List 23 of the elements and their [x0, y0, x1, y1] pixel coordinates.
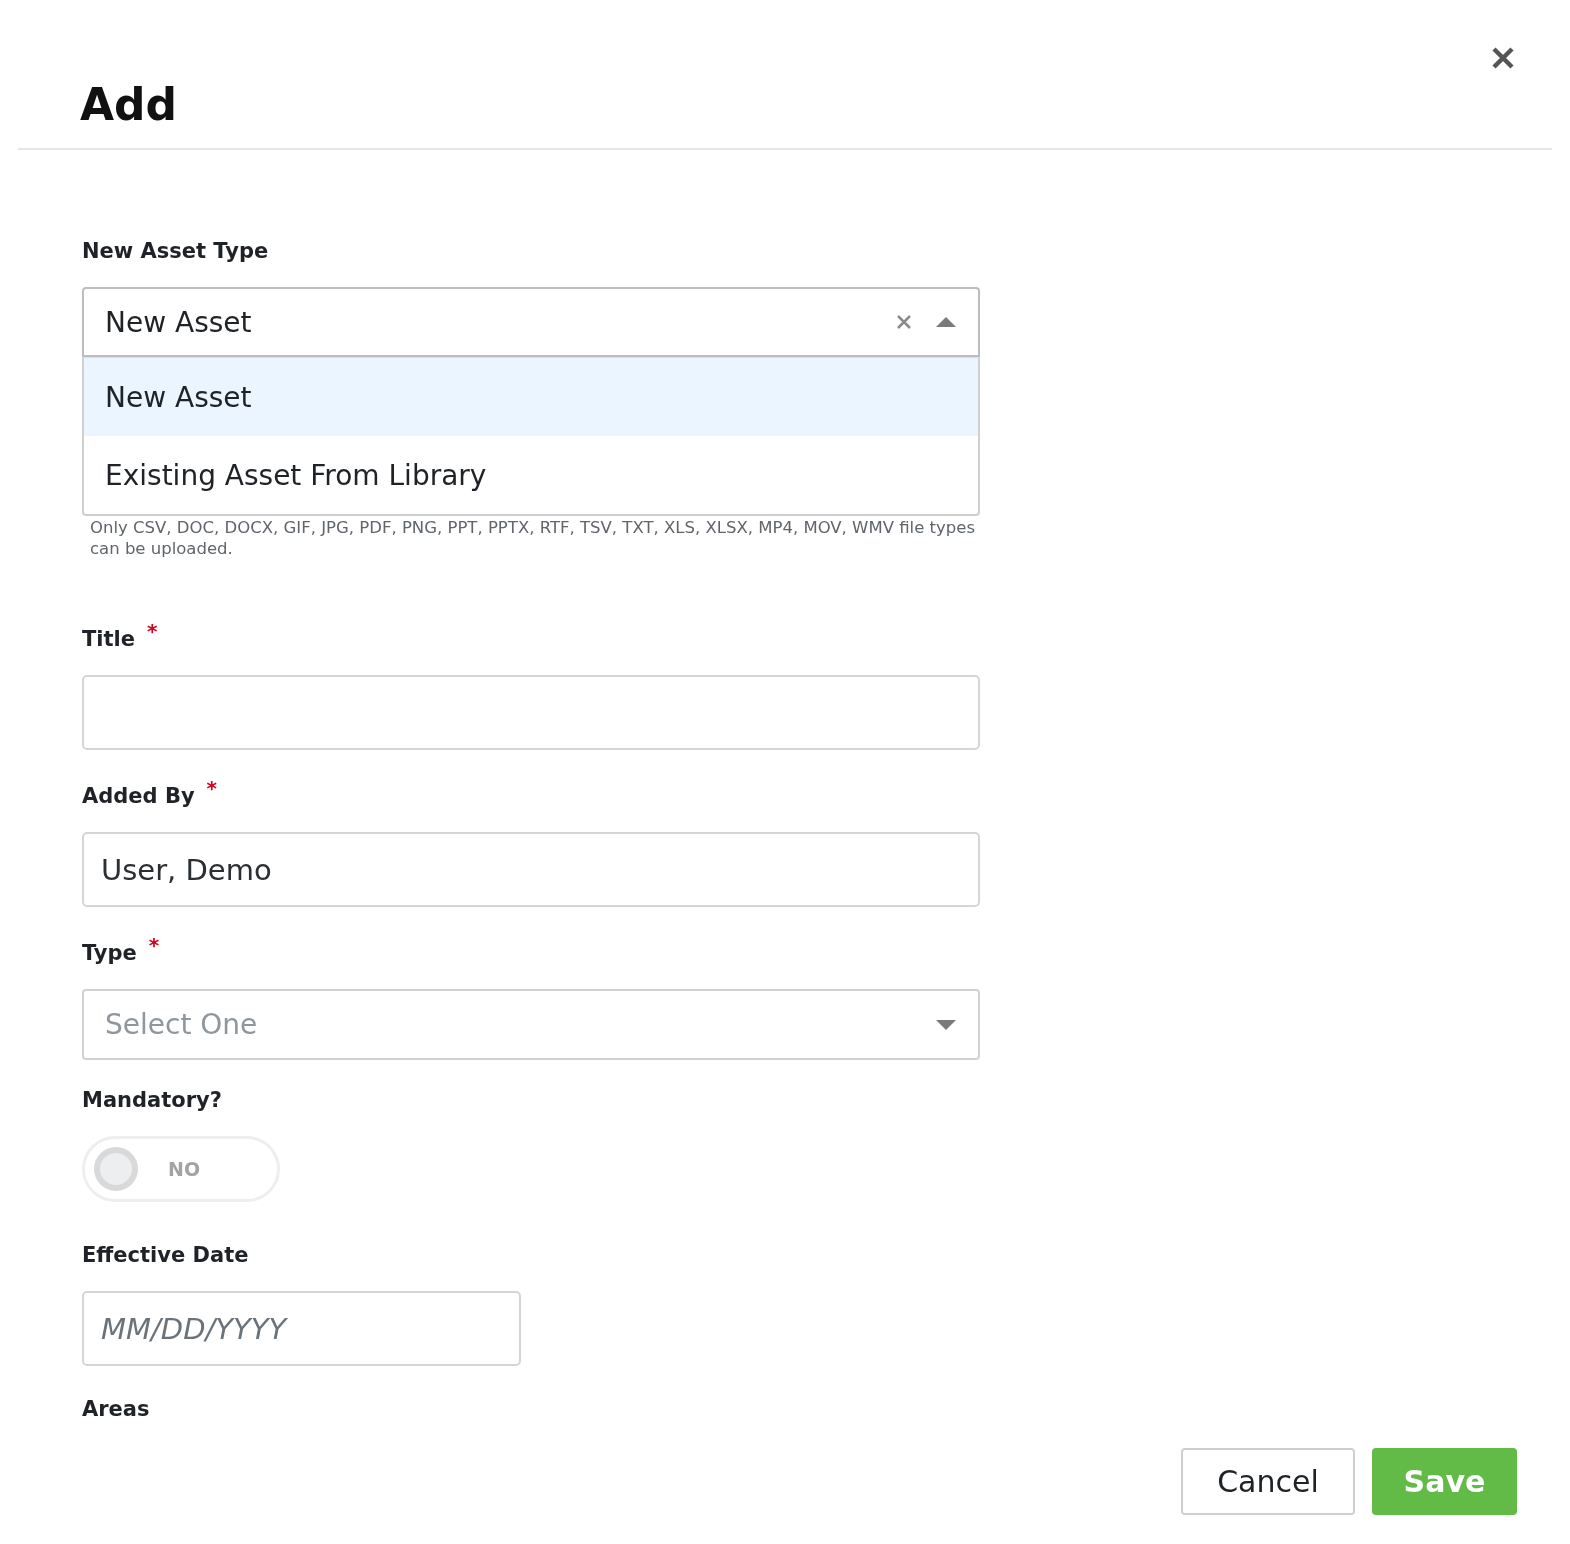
date-field[interactable]: MM/DD/YYYY	[82, 1291, 521, 1366]
field-label: Mandatory?	[82, 1087, 222, 1113]
text-field[interactable]: User, Demo	[82, 832, 980, 907]
text-field[interactable]	[82, 675, 980, 750]
close-icon[interactable]	[1491, 46, 1515, 70]
cancel-button[interactable]: Cancel	[1181, 1448, 1355, 1515]
required-mark: *	[147, 624, 158, 638]
field-label: New Asset Type	[82, 238, 269, 264]
field-label: Areas	[82, 1396, 150, 1422]
field-label: Added By	[82, 783, 195, 809]
caret-icon	[936, 317, 956, 327]
dropdown-option[interactable]: New Asset	[84, 358, 978, 436]
required-mark: *	[148, 938, 160, 952]
help-text: Only CSV, DOC, DOCX, GIF, JPG, PDF, PNG, PPT, PPTX, RTF, TSV, TXT, XLS, XLSX, MP4, MOV, WMV file types can be uploaded.	[89, 517, 977, 559]
required-mark: *	[206, 781, 218, 795]
field-label: Title	[82, 626, 135, 652]
caret-icon	[936, 1019, 956, 1030]
asset-type-select[interactable]: New Asset	[82, 287, 980, 357]
clear-icon[interactable]	[896, 314, 912, 330]
field-label: Type	[82, 940, 137, 966]
field-label: Effective Date	[82, 1242, 249, 1268]
dialog-title: Add	[80, 78, 178, 132]
dropdown-option[interactable]: Existing Asset From Library	[84, 436, 978, 514]
